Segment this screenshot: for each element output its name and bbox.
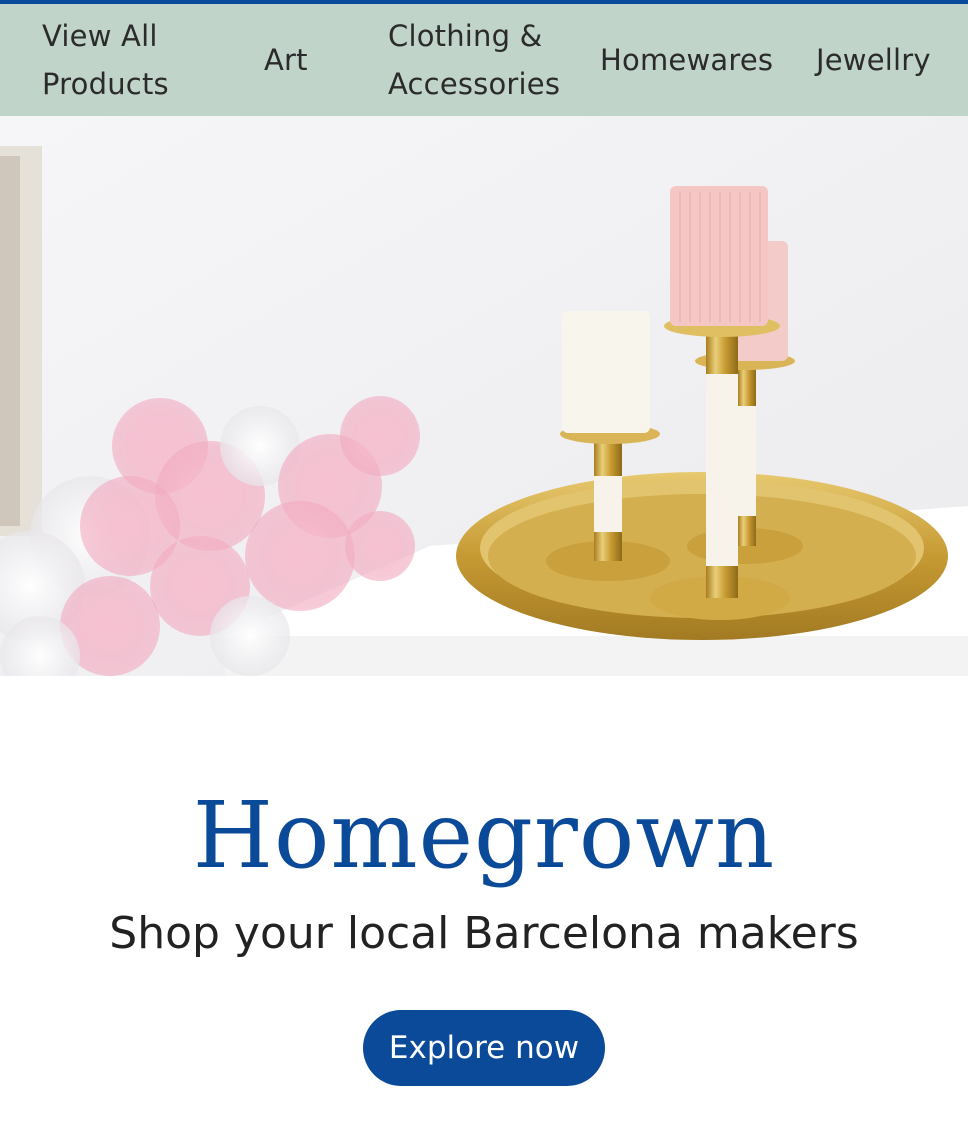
nav-item-jewellry[interactable]: Jewellry: [816, 4, 931, 116]
hero-image: [0, 116, 968, 676]
nav-item-label: Homewares: [600, 43, 774, 77]
nav-item-label: Jewellry: [816, 43, 931, 77]
brand-tagline: Shop your local Barcelona makers: [109, 908, 859, 959]
hero-illustration: [0, 116, 968, 676]
nav-item-view-all-products[interactable]: View All Products: [42, 4, 212, 116]
brand-title: Homegrown: [192, 782, 776, 889]
nav-item-label: View All: [42, 19, 158, 53]
nav-item-label-line2: Accessories: [388, 67, 561, 101]
nav-item-homewares[interactable]: Homewares: [600, 4, 773, 116]
explore-now-button[interactable]: Explore now: [362, 1010, 606, 1086]
nav-item-label: Art: [264, 43, 308, 77]
nav-item-clothing-accessories[interactable]: Clothing & Accessories: [388, 4, 578, 116]
nav-item-label-line2: Products: [42, 67, 169, 101]
nav-item-label: Clothing &: [388, 19, 543, 53]
nav-item-art[interactable]: Art: [264, 4, 308, 116]
category-nav: View All Products Art Clothing & Accessori…: [0, 4, 968, 116]
